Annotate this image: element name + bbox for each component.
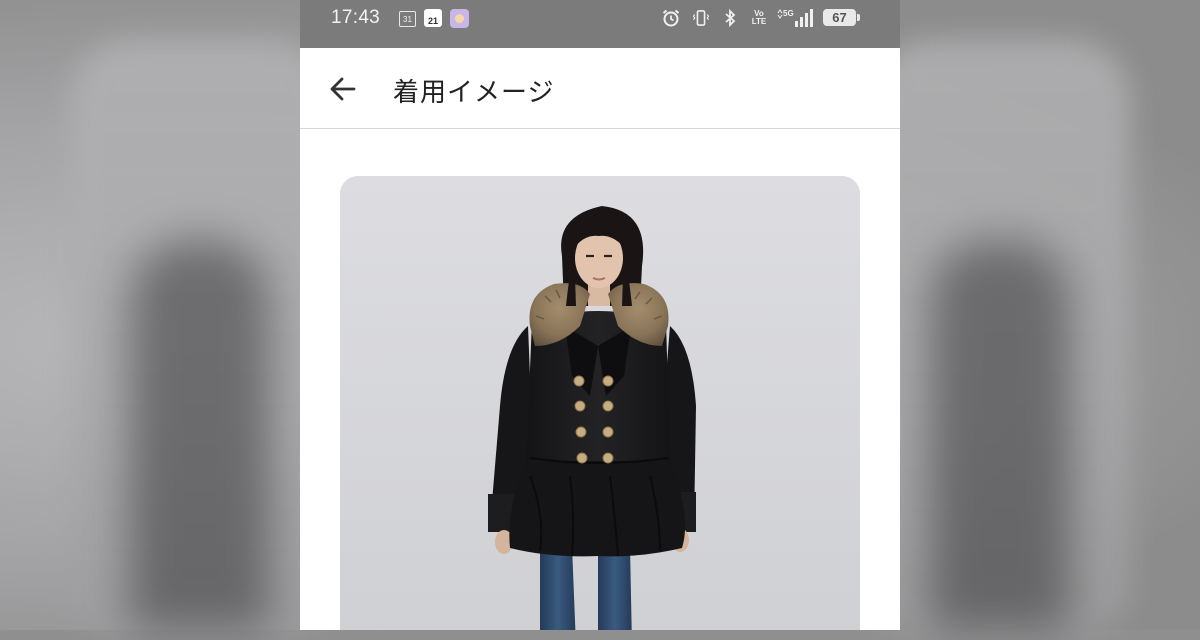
network-type-label: 5G <box>783 9 794 18</box>
alarm-icon <box>661 9 681 27</box>
volte-label-bottom: LTE <box>751 17 767 26</box>
calendar-icon: 31 <box>399 11 416 27</box>
arrow-left-icon <box>330 77 356 101</box>
model-illustration <box>340 176 860 630</box>
bluetooth-icon <box>723 8 737 28</box>
vibrate-icon <box>693 9 709 27</box>
status-time: 17:43 <box>331 7 381 28</box>
phone-screen: 17:43 31 21 Vo LTE 5G 67 着用イメージ <box>300 0 900 630</box>
app-notification-icon <box>450 9 469 28</box>
app-header: 着用イメージ <box>300 48 900 129</box>
volte-icon: Vo LTE <box>749 9 769 27</box>
back-button[interactable] <box>324 70 362 108</box>
blurred-figure-right <box>930 240 1070 630</box>
blurred-figure-left <box>130 240 270 630</box>
content-area <box>300 129 900 630</box>
status-bar: 17:43 31 21 Vo LTE 5G 67 <box>300 0 900 48</box>
calendar-date-icon: 21 <box>424 9 442 27</box>
battery-indicator: 67 <box>823 9 860 26</box>
page-title: 着用イメージ <box>393 78 555 108</box>
product-photo[interactable] <box>340 176 860 630</box>
signal-strength-icon: 5G <box>777 9 815 27</box>
black-coat <box>488 311 696 557</box>
